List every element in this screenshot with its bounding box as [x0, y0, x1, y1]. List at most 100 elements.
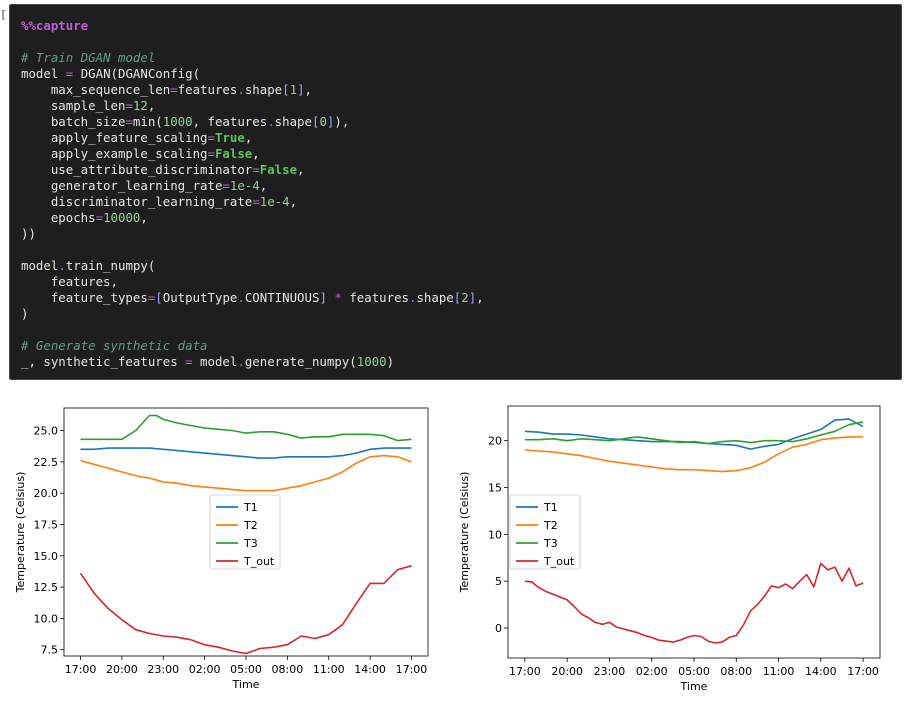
code-token: False	[259, 162, 298, 177]
x-tick-label: 20:00	[106, 663, 138, 676]
code-token: =	[252, 162, 260, 177]
code-token: shape	[274, 114, 312, 129]
code-token: =	[125, 114, 133, 129]
y-axis-label: Temperature (Celsius)	[14, 472, 27, 594]
code-token: [	[282, 82, 290, 97]
code-token: 1000	[162, 114, 193, 129]
code-token: # Generate synthetic data	[21, 338, 208, 353]
x-tick-label: 08:00	[720, 665, 752, 678]
code-cell[interactable]: %%capture # Train DGAN model model = DGA…	[9, 4, 902, 380]
legend-label: T_out	[243, 555, 275, 568]
code-token: min(	[132, 114, 163, 129]
code-token: =	[207, 130, 215, 145]
code-token: shape	[244, 82, 283, 97]
y-tick-label: 20	[488, 435, 502, 448]
code-token: =	[95, 210, 104, 225]
code-token: features	[341, 290, 409, 305]
code-token: generator_learning_rate	[21, 178, 223, 193]
legend: T1 T2 T3 T_out	[509, 494, 581, 570]
code-token: 0	[319, 114, 327, 129]
x-axis-label: Time	[232, 678, 260, 691]
code-editor[interactable]: %%capture # Train DGAN model model = DGA…	[21, 18, 484, 370]
x-tick-label: 23:00	[594, 665, 626, 678]
code-token: sample_len	[21, 98, 126, 113]
code-token: epochs	[21, 210, 96, 225]
code-token: 12	[132, 98, 148, 113]
code-token: _, synthetic_features	[21, 354, 186, 369]
y-tick-label: 10	[488, 528, 502, 541]
code-line: batch_size=min(1000, features.shape[0]),	[21, 114, 349, 129]
x-tick-label: 23:00	[147, 663, 179, 676]
code-token: ,	[476, 290, 484, 305]
code-token: [	[155, 290, 163, 305]
y-tick-label: 25.0	[34, 425, 59, 438]
code-token: )	[386, 354, 395, 369]
code-token: feature_types	[21, 290, 148, 305]
code-line: # Generate synthetic data	[21, 338, 208, 353]
x-tick-label: 17:00	[509, 665, 541, 678]
code-token: False	[214, 146, 253, 161]
x-tick-label: 17:00	[396, 663, 428, 676]
code-line: ))	[21, 226, 36, 241]
cell-prompt: [	[0, 8, 7, 21]
legend-label: T2	[243, 519, 258, 532]
code-token: apply_example_scaling	[21, 146, 208, 161]
x-tick-label: 02:00	[189, 663, 221, 676]
code-token: ,	[140, 210, 148, 225]
code-line: features,	[21, 274, 118, 289]
code-token: .	[237, 354, 245, 369]
x-tick-label: 05:00	[230, 663, 262, 676]
code-token: =	[170, 82, 178, 97]
code-token: )	[21, 306, 29, 321]
y-tick-label: 22.5	[34, 456, 59, 469]
code-token: model	[21, 258, 59, 273]
y-tick-label: 0	[495, 622, 502, 635]
x-tick-label: 11:00	[313, 663, 345, 676]
code-token: ))	[21, 226, 36, 241]
code-token: ]	[319, 290, 327, 305]
legend-label: T2	[543, 519, 558, 532]
code-token: .	[267, 114, 275, 129]
x-tick-label: 17:00	[65, 663, 97, 676]
cell-output: 7.5 10.0 12.5 15.0 17.5 20.0 22.5 25.0 17:00 20:0…	[0, 392, 909, 702]
code-token: max_sequence_len	[21, 82, 171, 97]
x-tick-label: 17:00	[847, 665, 879, 678]
code-token: features,	[21, 274, 118, 289]
code-token: discriminator_learning_rate	[21, 194, 253, 209]
code-token: use_attribute_discriminator	[21, 162, 253, 177]
y-tick-label: 10.0	[34, 612, 59, 625]
code-token: 1e-4	[229, 178, 260, 193]
code-token: 10000	[103, 210, 141, 225]
legend-label: T_out	[543, 555, 575, 568]
x-tick-label: 20:00	[551, 665, 583, 678]
x-tick-label: 05:00	[678, 665, 710, 678]
code-token: *	[334, 290, 342, 305]
code-line: )	[21, 306, 28, 321]
code-token: =	[125, 98, 133, 113]
code-line: model.train_numpy(	[21, 258, 155, 273]
code-token: 2	[461, 290, 469, 305]
y-axis-label: Temperature (Celsius)	[458, 472, 471, 594]
y-tick-label: 15.0	[34, 550, 59, 563]
x-tick-label: 14:00	[805, 665, 837, 678]
code-token: DGAN(DGANConfig(	[73, 66, 201, 81]
code-line: _, synthetic_features = model.generate_n…	[21, 354, 394, 369]
code-token: OutputType	[162, 290, 238, 305]
code-token: ,	[259, 178, 268, 193]
code-token: ),	[334, 114, 350, 129]
code-token: CONTINUOUS	[244, 290, 320, 305]
code-line: use_attribute_discriminator=False,	[21, 162, 305, 177]
x-tick-label: 02:00	[636, 665, 668, 678]
legend-label: T3	[243, 537, 258, 550]
legend: T1 T2 T3 T_out	[209, 494, 281, 570]
code-line: feature_types=[OutputType.CONTINUOUS] * …	[21, 290, 484, 305]
y-tick-label: 17.5	[34, 518, 59, 531]
code-token: %%capture	[21, 18, 89, 33]
code-token: ]	[297, 82, 305, 97]
code-token: features	[177, 82, 238, 97]
y-tick-label: 5	[495, 575, 502, 588]
chart-right: 0 5 10 15 20 17:00 20:00 23:00 02:00 05:00 08:00 11…	[458, 405, 881, 693]
legend-label: T3	[543, 537, 558, 550]
code-line: epochs=10000,	[21, 210, 148, 225]
code-line: generator_learning_rate=1e-4,	[21, 178, 267, 193]
